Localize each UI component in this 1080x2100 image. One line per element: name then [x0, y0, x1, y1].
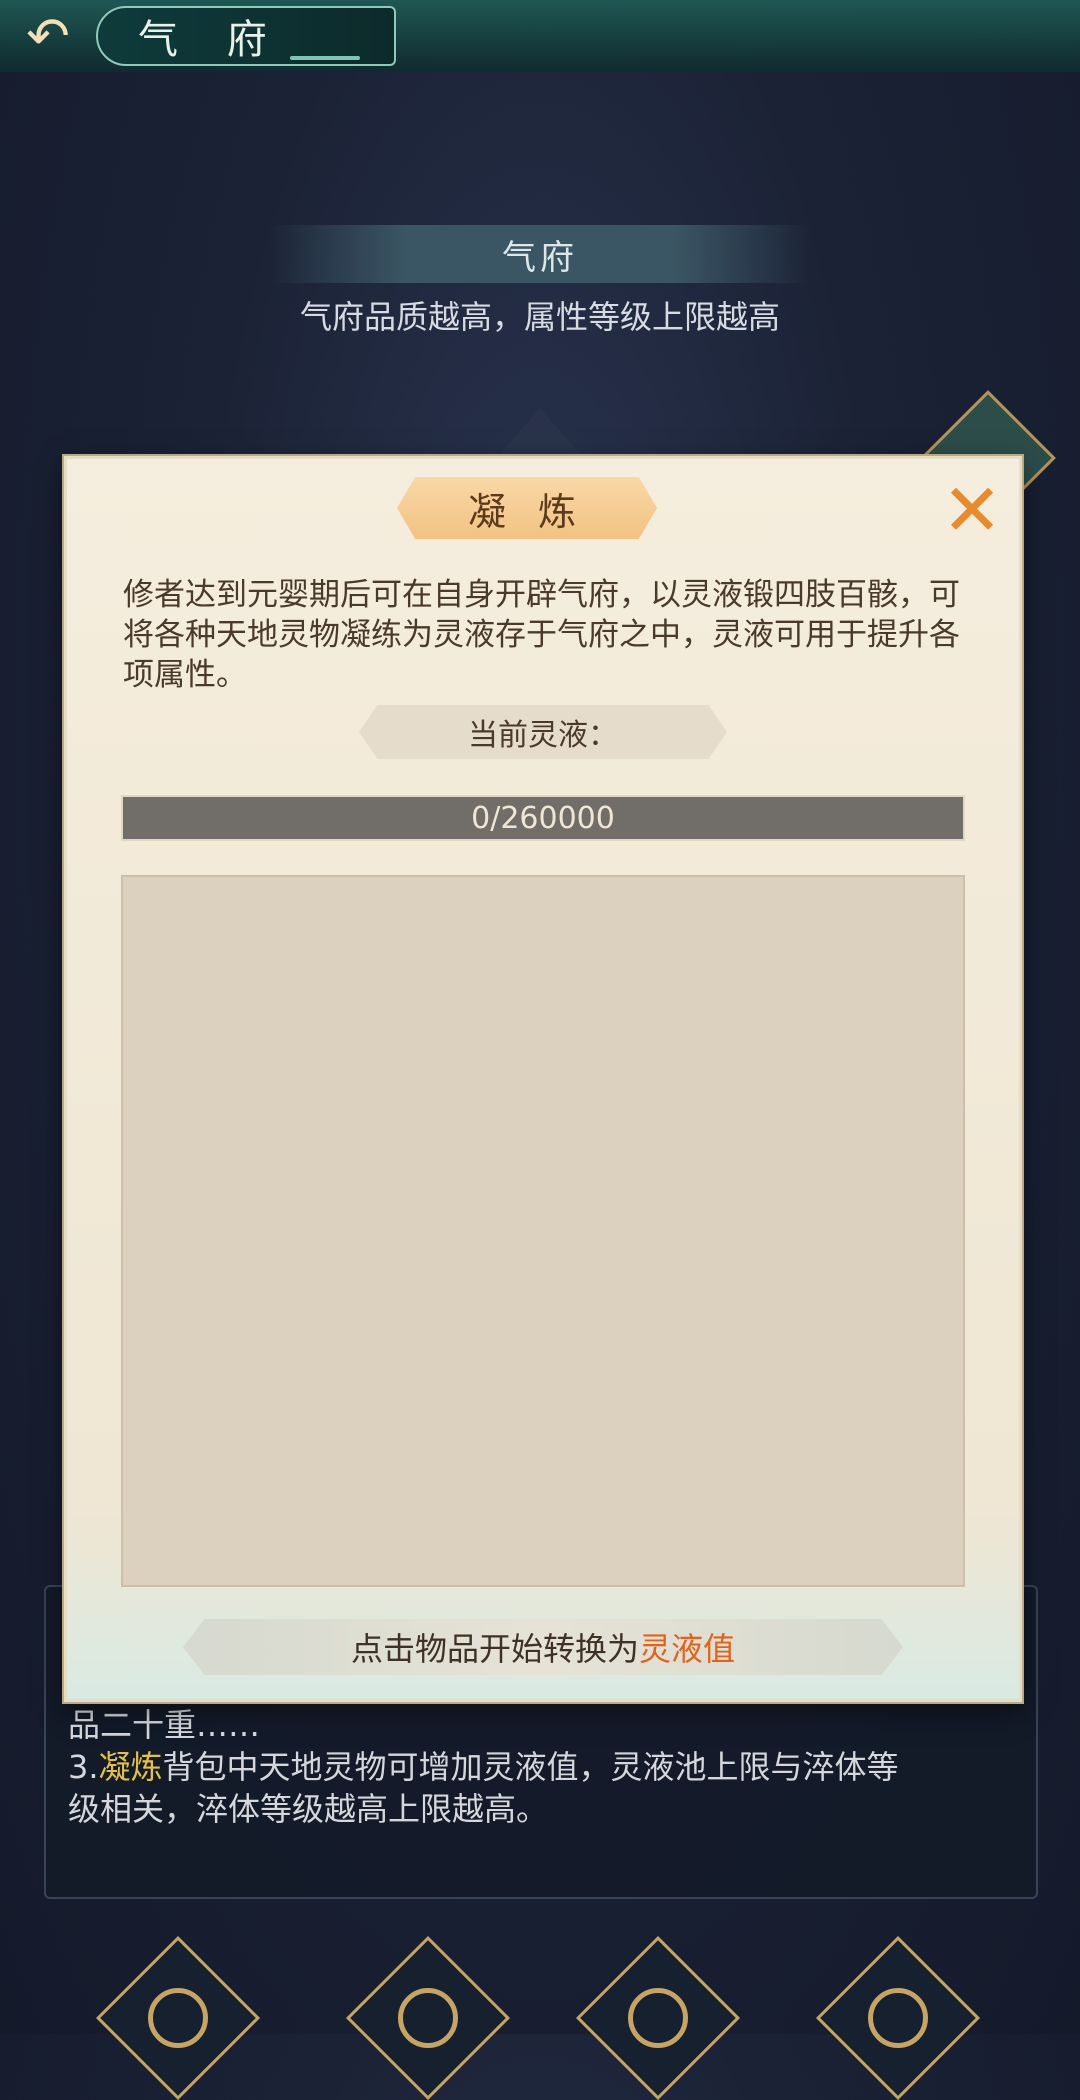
hint-highlight: 灵液值: [639, 1630, 736, 1668]
info-line-2-prefix: 3.: [68, 1748, 99, 1786]
info-line-2: 3.凝炼背包中天地灵物可增加灵液值，灵液池上限与淬体等: [68, 1742, 899, 1788]
nav-icon-2[interactable]: [345, 1935, 511, 2100]
item-grid[interactable]: [121, 875, 965, 1587]
back-button[interactable]: ↶: [8, 6, 88, 68]
figure-icon: [868, 1988, 928, 2048]
modal-description: 修者达到元婴期后可在自身开辟气府，以灵液锻四肢百骸，可将各种天地灵物凝练为灵液存…: [123, 577, 960, 693]
title-decoration: [290, 56, 360, 60]
liquid-progress-bar: 0/260000: [121, 795, 965, 841]
convert-hint: 点击物品开始转换为 灵液值: [183, 1619, 903, 1675]
info-line-3: 级相关，淬体等级越高上限越高。: [68, 1790, 549, 1828]
modal-title: 凝 炼: [397, 477, 657, 539]
gourd-icon: [628, 1988, 688, 2048]
nav-icon-3[interactable]: [575, 1935, 741, 2100]
nav-icon-4[interactable]: [815, 1935, 981, 2100]
section-banner: 气府: [270, 225, 810, 283]
hint-prefix: 点击物品开始转换为: [350, 1630, 639, 1668]
bottom-nav: [0, 1935, 1080, 2100]
progress-text: 0/260000: [471, 800, 615, 836]
nav-icon-1[interactable]: [95, 1935, 261, 2100]
info-line-2-rest: 背包中天地灵物可增加灵液值，灵液池上限与淬体等: [162, 1748, 899, 1786]
info-line-2-highlight: 凝炼: [98, 1748, 163, 1786]
refine-modal: 凝 炼 ✕ 修者达到元婴期后可在自身开辟气府，以灵液锻四肢百骸，可将各种天地灵物…: [64, 456, 1022, 1702]
scroll-icon: [398, 1988, 458, 2048]
back-arrow-icon: ↶: [26, 7, 70, 67]
close-icon[interactable]: ✕: [937, 474, 1007, 546]
section-subtitle: 气府品质越高，属性等级上限越高: [299, 298, 780, 336]
info-line-1: 品二十重……: [68, 1706, 261, 1744]
swirl-icon: [148, 1988, 208, 2048]
current-liquid-label: 当前灵液：: [359, 705, 727, 759]
